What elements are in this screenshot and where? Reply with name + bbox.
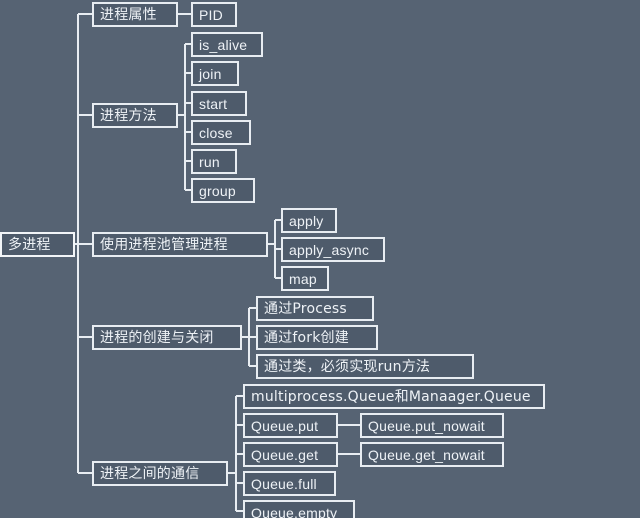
node-label: run bbox=[199, 153, 220, 170]
node-label: join bbox=[199, 65, 222, 82]
node-label: Queue.full bbox=[251, 475, 317, 492]
node-label: 通过fork创建 bbox=[264, 329, 349, 346]
node-label: Queue.put_nowait bbox=[368, 417, 485, 434]
node-process-pool[interactable]: 使用进程池管理进程 bbox=[92, 232, 268, 257]
node-map[interactable]: map bbox=[281, 266, 329, 291]
node-pid[interactable]: PID bbox=[191, 2, 237, 27]
node-label: 进程之间的通信 bbox=[100, 465, 200, 482]
node-queue-put[interactable]: Queue.put bbox=[243, 413, 338, 438]
node-via-fork[interactable]: 通过fork创建 bbox=[256, 325, 378, 350]
node-close[interactable]: close bbox=[191, 120, 251, 145]
node-label: start bbox=[199, 95, 228, 112]
node-queue-put-nowait[interactable]: Queue.put_nowait bbox=[360, 413, 504, 438]
node-start[interactable]: start bbox=[191, 91, 247, 116]
node-process-attributes[interactable]: 进程属性 bbox=[92, 2, 178, 27]
node-label: 进程属性 bbox=[100, 6, 157, 23]
node-label: apply_async bbox=[289, 241, 370, 258]
node-queue-get-nowait[interactable]: Queue.get_nowait bbox=[360, 442, 504, 467]
node-label: 使用进程池管理进程 bbox=[100, 236, 228, 253]
node-interprocess-communication[interactable]: 进程之间的通信 bbox=[92, 461, 228, 486]
node-label: map bbox=[289, 270, 317, 287]
node-label: 进程的创建与关闭 bbox=[100, 329, 214, 346]
node-root[interactable]: 多进程 bbox=[0, 232, 75, 257]
node-run[interactable]: run bbox=[191, 149, 237, 174]
node-label: 进程方法 bbox=[100, 107, 157, 124]
node-is-alive[interactable]: is_alive bbox=[191, 32, 263, 57]
node-label: Queue.get_nowait bbox=[368, 446, 485, 463]
node-label: group bbox=[199, 182, 236, 199]
node-label: is_alive bbox=[199, 36, 248, 53]
node-group[interactable]: group bbox=[191, 178, 255, 203]
node-label: multiprocess.Queue和Manaager.Queue bbox=[251, 388, 531, 405]
node-process-create-close[interactable]: 进程的创建与关闭 bbox=[92, 325, 242, 350]
node-label: PID bbox=[199, 6, 223, 23]
node-label: 通过Process bbox=[264, 300, 347, 317]
node-process-methods[interactable]: 进程方法 bbox=[92, 103, 178, 128]
mind-map-canvas: 多进程 进程属性 PID 进程方法 is_alive join start cl… bbox=[0, 0, 640, 518]
node-apply-async[interactable]: apply_async bbox=[281, 237, 385, 262]
node-via-process[interactable]: 通过Process bbox=[256, 296, 374, 321]
node-label: apply bbox=[289, 212, 324, 229]
node-label: Queue.empty bbox=[251, 504, 338, 518]
node-apply[interactable]: apply bbox=[281, 208, 337, 233]
node-queue-types[interactable]: multiprocess.Queue和Manaager.Queue bbox=[243, 384, 545, 409]
node-queue-empty[interactable]: Queue.empty bbox=[243, 500, 355, 518]
node-root-label: 多进程 bbox=[8, 236, 51, 253]
node-label: 通过类，必须实现run方法 bbox=[264, 358, 431, 375]
node-label: close bbox=[199, 124, 233, 141]
node-queue-full[interactable]: Queue.full bbox=[243, 471, 336, 496]
node-label: Queue.get bbox=[251, 446, 319, 463]
node-via-class-run[interactable]: 通过类，必须实现run方法 bbox=[256, 354, 474, 379]
node-join[interactable]: join bbox=[191, 61, 239, 86]
node-label: Queue.put bbox=[251, 417, 319, 434]
node-queue-get[interactable]: Queue.get bbox=[243, 442, 338, 467]
